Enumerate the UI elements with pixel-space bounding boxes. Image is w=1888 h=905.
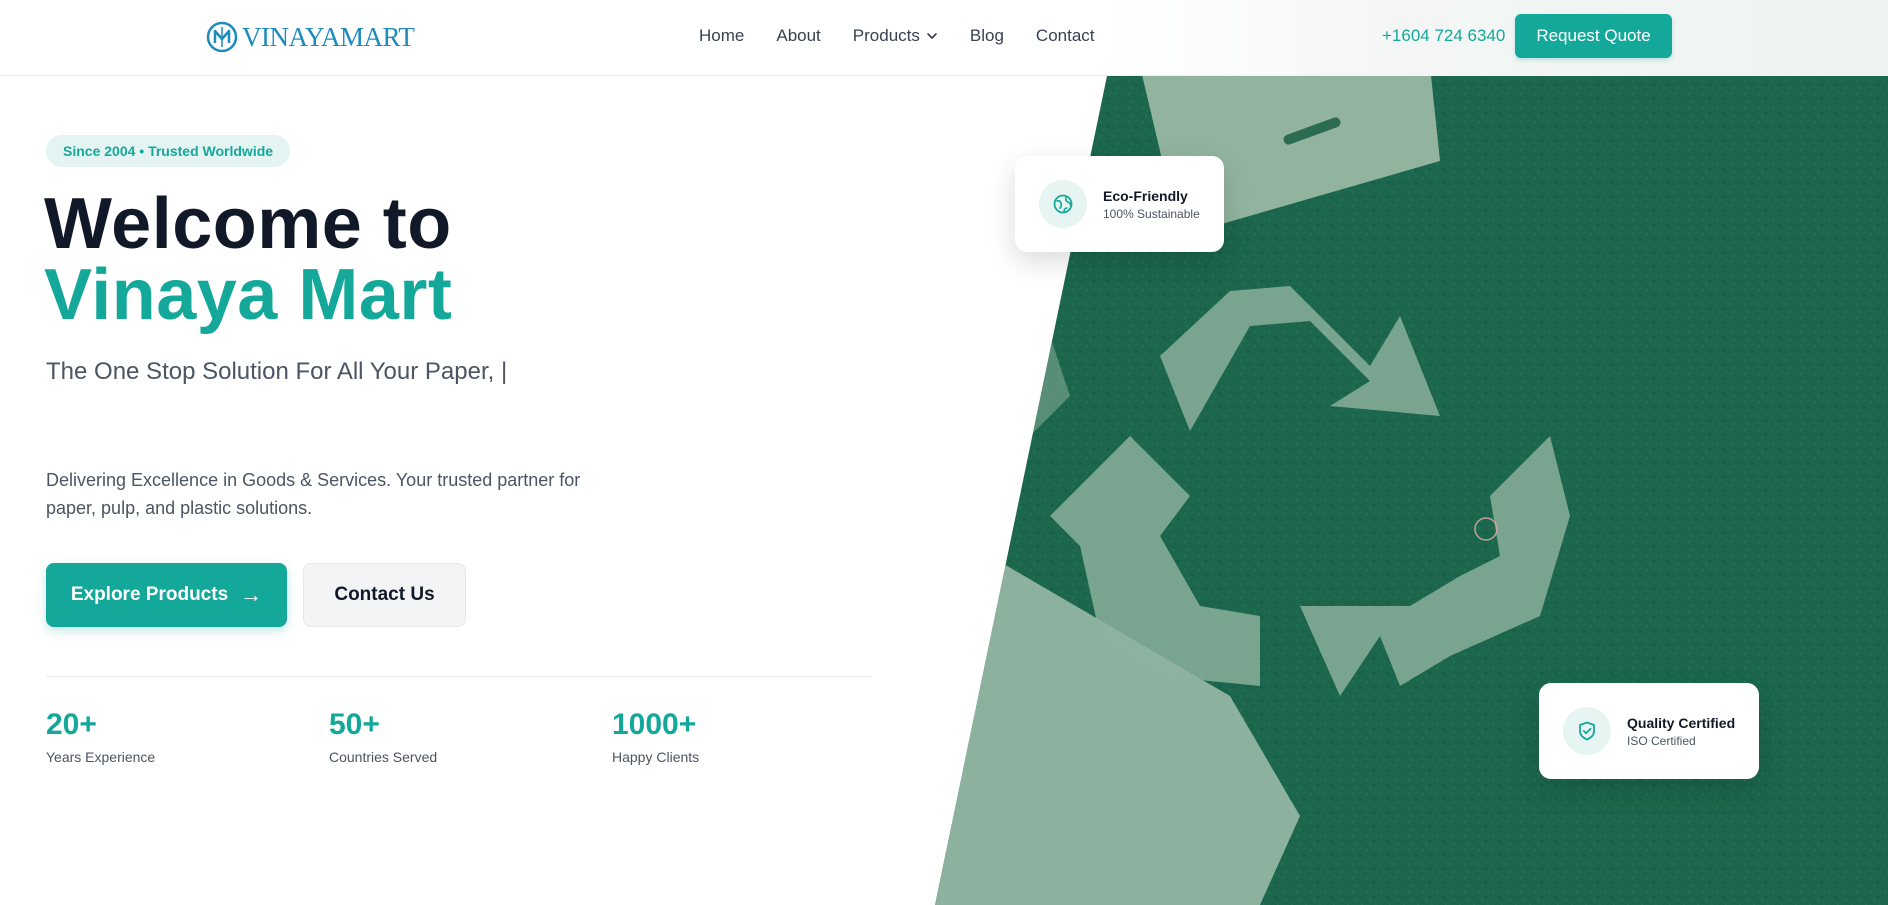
contact-us-button[interactable]: Contact Us [303,563,466,627]
stat-label: Happy Clients [612,749,700,765]
hero-description: Delivering Excellence in Goods & Service… [46,470,581,518]
chevron-down-icon [927,33,937,39]
stat-value: 1000+ [612,708,697,741]
stats-divider [46,676,872,677]
nav-item-contact[interactable]: Contact [1036,24,1095,48]
quality-card-subtitle: ISO Certified [1627,733,1696,748]
site-header: VINAYAMART Home About Products Blog Cont… [0,0,1888,76]
nav-item-blog[interactable]: Blog [970,24,1004,48]
shield-check-icon [1563,707,1611,755]
request-quote-button[interactable]: Request Quote [1515,14,1672,58]
explore-products-button[interactable]: Explore Products → [46,563,287,627]
hero-subtitle: The One Stop Solution For All Your Paper… [46,358,508,385]
globe-icon [1039,180,1087,228]
logo-mark-icon [206,21,238,53]
hero-title-line2: Vinaya Mart [44,255,453,335]
stat-label: Years Experience [46,749,156,765]
arrow-right-icon: → [240,582,263,607]
phone-link[interactable]: +1604 724 6340 [1382,24,1505,48]
eco-friendly-card: Eco-Friendly 100% Sustainable [1015,156,1224,252]
stat-value: 50+ [329,708,380,741]
since-badge: Since 2004 • Trusted Worldwide [46,135,291,167]
nav-item-about[interactable]: About [776,24,820,48]
hero-title-line1: Welcome to [44,184,452,264]
brand-name: VINAYAMART [242,22,415,52]
nav-item-products-label: Products [852,26,920,45]
quality-certified-card: Quality Certified ISO Certified [1539,683,1759,779]
nav-item-products[interactable]: Products [853,24,938,48]
main-nav: Home About Products Blog Contact [699,24,1095,48]
stat-years: 20+ Years Experience [46,707,155,767]
quality-card-title: Quality Certified [1627,714,1736,731]
stat-label: Countries Served [329,749,438,765]
eco-card-title: Eco-Friendly [1103,187,1188,204]
explore-products-label: Explore Products [70,584,229,605]
nav-item-home[interactable]: Home [699,24,744,48]
eco-card-subtitle: 100% Sustainable [1103,206,1200,221]
stat-value: 20+ [46,708,97,741]
stat-countries: 50+ Countries Served [329,707,437,767]
stat-clients: 1000+ Happy Clients [612,707,699,767]
brand-logo[interactable]: VINAYAMART [206,20,415,54]
